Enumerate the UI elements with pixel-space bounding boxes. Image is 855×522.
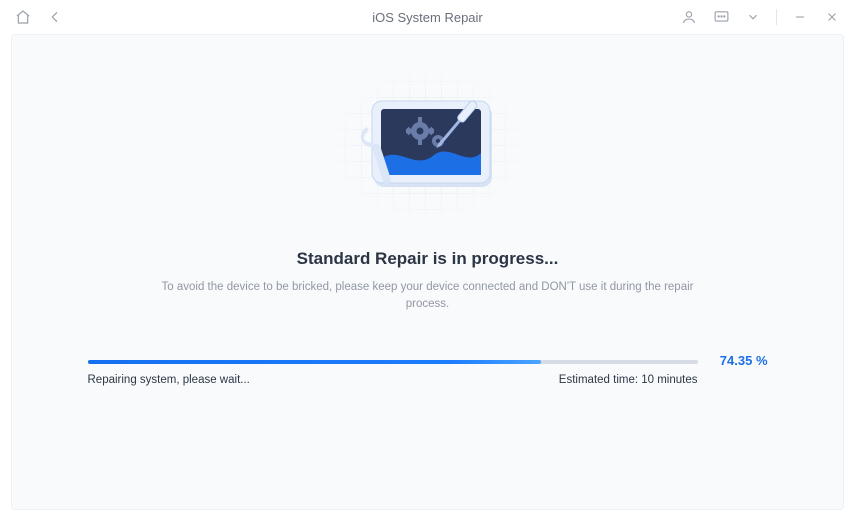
back-icon[interactable] [46,8,64,26]
home-icon[interactable] [14,8,32,26]
close-icon[interactable] [823,8,841,26]
progress-heading: Standard Repair is in progress... [297,249,559,269]
titlebar-left-controls [14,8,64,26]
progress-estimate-text: Estimated time: 10 minutes [559,374,698,386]
progress-subtext: To avoid the device to be bricked, pleas… [148,279,708,314]
progress-percent-label: 74.35 % [720,353,768,368]
progress-section: 74.35 % Repairing system, please wait...… [88,360,768,386]
main-panel: Standard Repair is in progress... To avo… [11,34,844,510]
window-title: iOS System Repair [372,10,483,25]
progress-bar-fill [88,360,542,364]
repair-illustration [313,65,543,225]
chevron-down-icon[interactable] [744,8,762,26]
progress-bar-track [88,360,698,364]
progress-status-text: Repairing system, please wait... [88,374,250,386]
titlebar-divider [776,9,777,25]
titlebar-right-controls [680,8,841,26]
titlebar: iOS System Repair [0,0,855,34]
progress-labels-row: Repairing system, please wait... Estimat… [88,374,698,386]
feedback-icon[interactable] [712,8,730,26]
user-icon[interactable] [680,8,698,26]
minimize-icon[interactable] [791,8,809,26]
